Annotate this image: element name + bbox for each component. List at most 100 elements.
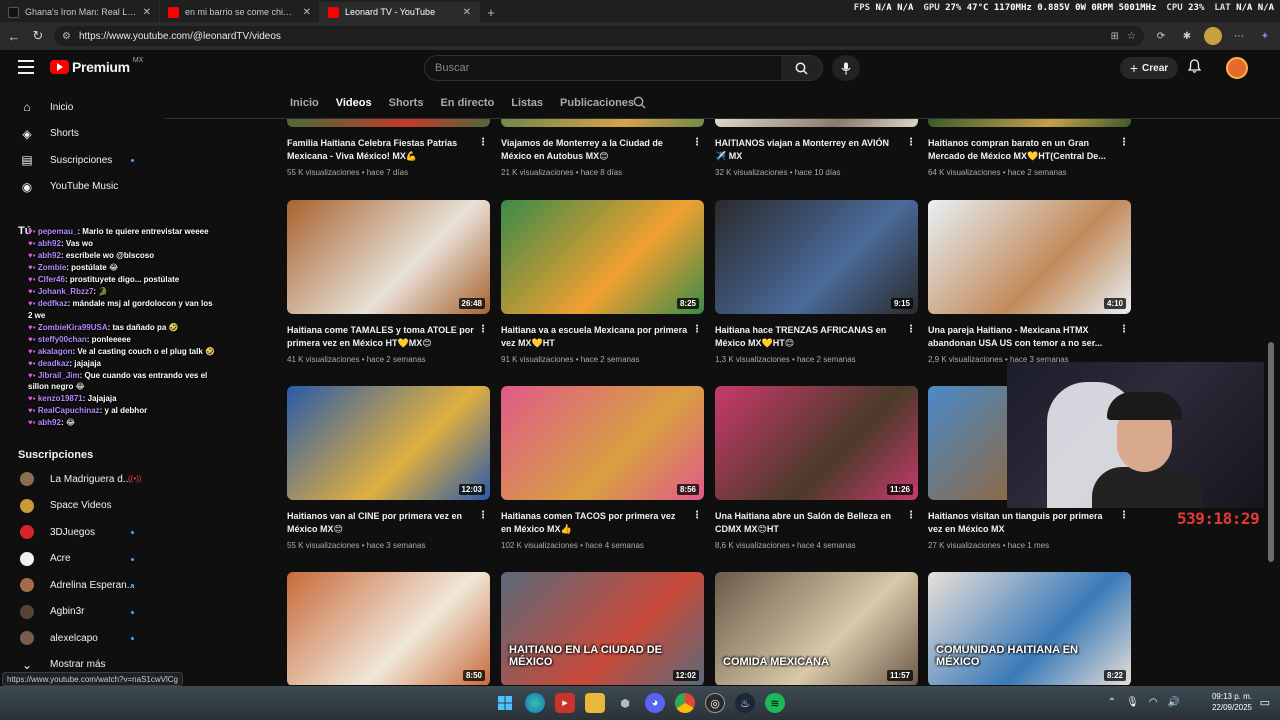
sidebar-item-suscripciones[interactable]: ▤ Suscripciones [0,147,160,174]
video-title[interactable]: Haitianos compran barato en un Gran Merc… [928,137,1115,163]
sidebar-item-shorts[interactable]: ◈ Shorts [0,121,160,148]
video-thumbnail[interactable] [287,119,490,127]
video-thumbnail[interactable] [501,119,704,127]
video-title[interactable]: Una pareja Haitiano - Mexicana HTMX aban… [928,324,1115,350]
chat-username[interactable]: akalagon [38,347,73,356]
more-options-icon[interactable]: ⋮ [906,510,916,521]
video-thumbnail[interactable]: 8:50 [287,572,490,685]
sidebar-subscription-item[interactable]: Space Videos [0,493,160,520]
new-tab-button[interactable]: + [480,2,502,22]
sidebar-subscription-item[interactable]: Adrelina Esperan... [0,572,160,599]
video-title[interactable]: Una Haitiana abre un Salón de Belleza en… [715,510,902,536]
more-options-icon[interactable]: ⋮ [1119,510,1129,521]
tray-chevron-up-icon[interactable]: ⌃ [1108,697,1116,708]
tab-listas[interactable]: Listas [511,97,543,109]
video-title[interactable]: Familia Haitiana Celebra Fiestas Patrias… [287,137,474,163]
browser-tab-2[interactable]: en mi barrio se come chingon - Y... ✕ [160,2,320,22]
file-explorer-icon[interactable] [585,693,605,713]
obs-icon[interactable]: ◎ [705,693,725,713]
more-options-icon[interactable]: ⋮ [906,324,916,335]
voice-search-button[interactable] [832,55,860,81]
notifications-bell-icon[interactable] [1187,59,1202,76]
account-avatar[interactable] [1226,57,1248,79]
video-card[interactable]: Viajamos de Monterrey a la Ciudad de Méx… [501,119,704,177]
video-card[interactable]: 8:56 Haitianas comen TACOS por primera ve… [501,386,704,550]
video-thumbnail[interactable]: HAITIANO EN LA CIUDAD DE MÉXICO 12:02 [501,572,704,685]
more-options-icon[interactable]: ⋮ [692,510,702,521]
steam-icon[interactable]: ♨ [735,693,755,713]
sidebar-subscription-item[interactable]: La Madriguera d... ((•)) [0,466,160,493]
chat-username[interactable]: pepemau_ [38,227,78,236]
windows-start-icon[interactable] [495,693,515,713]
profile-icon[interactable] [1204,27,1222,45]
video-card[interactable]: HAITIANO EN LA CIUDAD DE MÉXICO 12:02 [501,572,704,685]
chat-username[interactable]: ZombieKira99USA [38,323,108,332]
video-card[interactable]: 11:26 Una Haitiana abre un Salón de Belle… [715,386,918,550]
more-options-icon[interactable]: ⋮ [692,324,702,335]
chat-username[interactable]: steffy00chan [38,335,87,344]
chat-username[interactable]: deadkaz [38,359,70,368]
sidebar-subscription-item[interactable]: Agbin3r [0,599,160,626]
video-thumbnail[interactable]: COMIDA MEXICANA 11:57 [715,572,918,685]
sidebar-subscription-item[interactable]: 3DJuegos [0,519,160,546]
video-title[interactable]: Haitianas comen TACOS por primera vez en… [501,510,688,536]
address-bar[interactable]: ⚙ https://www.youtube.com/@leonardTV/vid… [54,26,1144,46]
close-tab-icon[interactable]: ✕ [143,7,151,18]
site-settings-icon[interactable]: ⚙ [62,31,71,42]
chat-username[interactable]: Clfer46 [38,275,65,284]
video-card[interactable]: 8:50 [287,572,490,685]
discord-icon[interactable]: ◕ [645,693,665,713]
video-card[interactable]: Familia Haitiana Celebra Fiestas Patrias… [287,119,490,177]
browser-tab-3[interactable]: Leonard TV - YouTube ✕ [320,2,480,22]
close-tab-icon[interactable]: ✕ [303,7,311,18]
video-thumbnail[interactable]: 11:26 [715,386,918,500]
back-icon[interactable]: ← [6,28,22,44]
sidebar-subscription-item[interactable]: Acre [0,546,160,573]
chat-username[interactable]: Jibrail_Jim [38,371,80,380]
video-title[interactable]: HAITIANOS viajan a Monterrey en AVIÓN ✈️… [715,137,902,163]
video-thumbnail[interactable]: 8:25 [501,200,704,314]
chat-username[interactable]: kenzo19871 [38,394,83,403]
video-card[interactable]: Haitianos compran barato en un Gran Merc… [928,119,1131,177]
more-options-icon[interactable]: ⋮ [692,137,702,148]
video-title[interactable]: Haitiana come TAMALES y toma ATOLE por p… [287,324,474,350]
video-card[interactable]: 12:03 Haitianos van al CINE por primera v… [287,386,490,550]
video-card[interactable]: 8:25 Haitiana va a escuela Mexicana por p… [501,200,704,364]
ai-assistant-icon[interactable]: ✦ [1256,27,1274,45]
video-card[interactable]: COMIDA MEXICANA 11:57 [715,572,918,685]
browser-tab-1[interactable]: Ghana's Iron Man: Real Life Wak... ✕ [0,2,160,22]
video-thumbnail[interactable]: 8:56 [501,386,704,500]
menu-hamburger-icon[interactable] [18,60,34,74]
video-card[interactable]: HAITIANOS viajan a Monterrey en AVIÓN ✈️… [715,119,918,177]
video-thumbnail[interactable]: 4:10 [928,200,1131,314]
channel-search-icon[interactable] [633,96,646,114]
edge-browser-icon[interactable] [525,693,545,713]
video-thumbnail[interactable]: COMUNIDAD HAITIANA EN MÉXICO 8:22 [928,572,1131,685]
more-options-icon[interactable]: ⋮ [478,324,488,335]
video-thumbnail[interactable]: 12:03 [287,386,490,500]
video-thumbnail[interactable]: 26:48 [287,200,490,314]
chrome-icon[interactable] [675,693,695,713]
more-options-icon[interactable]: ⋮ [478,137,488,148]
system-clock[interactable]: 09:13 p. m. 22/09/2025 [1212,691,1252,713]
chat-username[interactable]: abh92 [38,239,61,248]
chat-username[interactable]: abh92 [38,418,61,427]
chat-username[interactable]: Zombie [38,263,66,272]
more-options-icon[interactable]: ⋮ [906,137,916,148]
video-title[interactable]: Haitiana hace TRENZAS AFRICANAS en Méxic… [715,324,902,350]
sidebar-item-inicio[interactable]: ⌂ Inicio [0,94,160,121]
video-thumbnail[interactable] [928,119,1131,127]
tab-inicio[interactable]: Inicio [290,97,319,109]
tab-shorts[interactable]: Shorts [389,97,424,109]
video-title[interactable]: Viajamos de Monterrey a la Ciudad de Méx… [501,137,688,163]
install-app-icon[interactable]: ⊞ [1111,31,1119,42]
video-thumbnail[interactable]: 9:15 [715,200,918,314]
bookmark-star-icon[interactable]: ☆ [1127,31,1136,42]
puzzle-icon[interactable]: ✱ [1178,27,1196,45]
more-options-icon[interactable]: ⋮ [1119,324,1129,335]
search-input[interactable]: Buscar [424,55,782,81]
video-title[interactable]: Haitianos visitan un tianguis por primer… [928,510,1115,536]
tab-publicaciones[interactable]: Publicaciones [560,97,634,109]
media-app-icon[interactable]: ▶ [555,693,575,713]
video-card[interactable]: 9:15 Haitiana hace TRENZAS AFRICANAS en M… [715,200,918,364]
